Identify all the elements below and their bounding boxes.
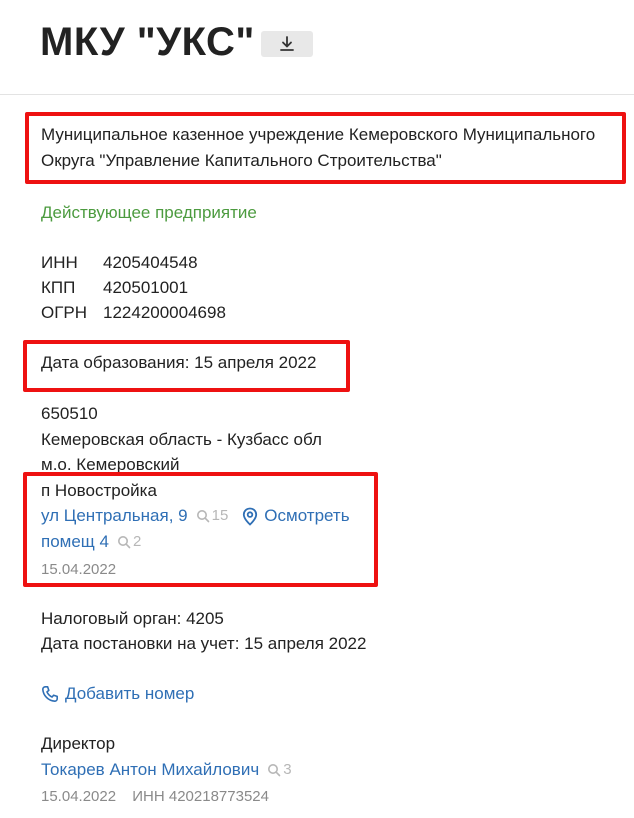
map-pin-icon: [242, 507, 258, 526]
ogrn-value: 1224200004698: [103, 303, 226, 322]
add-phone-label: Добавить номер: [65, 684, 195, 703]
address-settlement: п Новостройка: [41, 481, 157, 500]
address-region: Кемеровская область - Кузбасс обл: [41, 430, 322, 449]
page-header: МКУ "УКС": [0, 0, 634, 95]
kpp-value: 420501001: [103, 278, 189, 297]
search-icon: [117, 535, 131, 549]
inn-row: ИНН 4205404548: [41, 250, 198, 276]
search-icon: [196, 509, 210, 523]
director-date: 15.04.2022: [41, 788, 117, 805]
ogrn-label: ОГРН: [41, 303, 88, 322]
address-premises-row: помещ 4 2: [41, 529, 141, 555]
founded-date: Дата образования: 15 апреля 2022: [41, 353, 317, 372]
street-search-count[interactable]: 15: [196, 503, 229, 529]
director-role: Директор: [41, 734, 116, 753]
company-full-name: Муниципальное казенное учреждение Кемеро…: [41, 125, 596, 170]
inn-value: 4205404548: [103, 253, 198, 272]
address-postcode: 650510: [41, 404, 98, 423]
kpp-label: КПП: [41, 278, 76, 297]
add-phone-button[interactable]: Добавить номер: [41, 681, 194, 707]
premises-count-value: 2: [132, 533, 142, 550]
address-premises-link[interactable]: помещ 4: [41, 529, 109, 555]
street-count-value: 15: [211, 507, 229, 524]
view-on-map-link[interactable]: Осмотреть: [242, 503, 350, 529]
director-meta: 15.04.2022 ИНН 420218773524: [41, 788, 269, 805]
page-title: МКУ "УКС": [40, 20, 255, 64]
director-search-count[interactable]: 3: [267, 757, 292, 783]
address-street-row: ул Центральная, 9 15 Осмотреть: [41, 503, 350, 529]
address-district: м.о. Кемеровский: [41, 455, 180, 474]
inn-label: ИНН: [41, 253, 78, 272]
director-count-value: 3: [283, 761, 292, 778]
search-icon: [267, 763, 281, 777]
director-name-link[interactable]: Токарев Антон Михайлович: [41, 757, 259, 783]
director-inn: ИНН 420218773524: [132, 788, 269, 805]
premises-search-count[interactable]: 2: [117, 529, 141, 555]
phone-icon: [41, 685, 59, 703]
address-street-link[interactable]: ул Центральная, 9: [41, 503, 188, 529]
view-on-map-label: Осмотреть: [264, 506, 350, 525]
download-icon: [278, 35, 296, 53]
ogrn-row: ОГРН 1224200004698: [41, 300, 226, 326]
tax-registration: Дата постановки на учет: 15 апреля 2022: [41, 634, 367, 653]
address-date: 15.04.2022: [41, 561, 117, 578]
tax-organ: Налоговый орган: 4205: [41, 609, 224, 628]
download-button[interactable]: [261, 31, 313, 57]
director-row: Токарев Антон Михайлович 3: [41, 757, 292, 783]
company-status: Действующее предприятие: [41, 203, 257, 222]
kpp-row: КПП 420501001: [41, 275, 188, 301]
